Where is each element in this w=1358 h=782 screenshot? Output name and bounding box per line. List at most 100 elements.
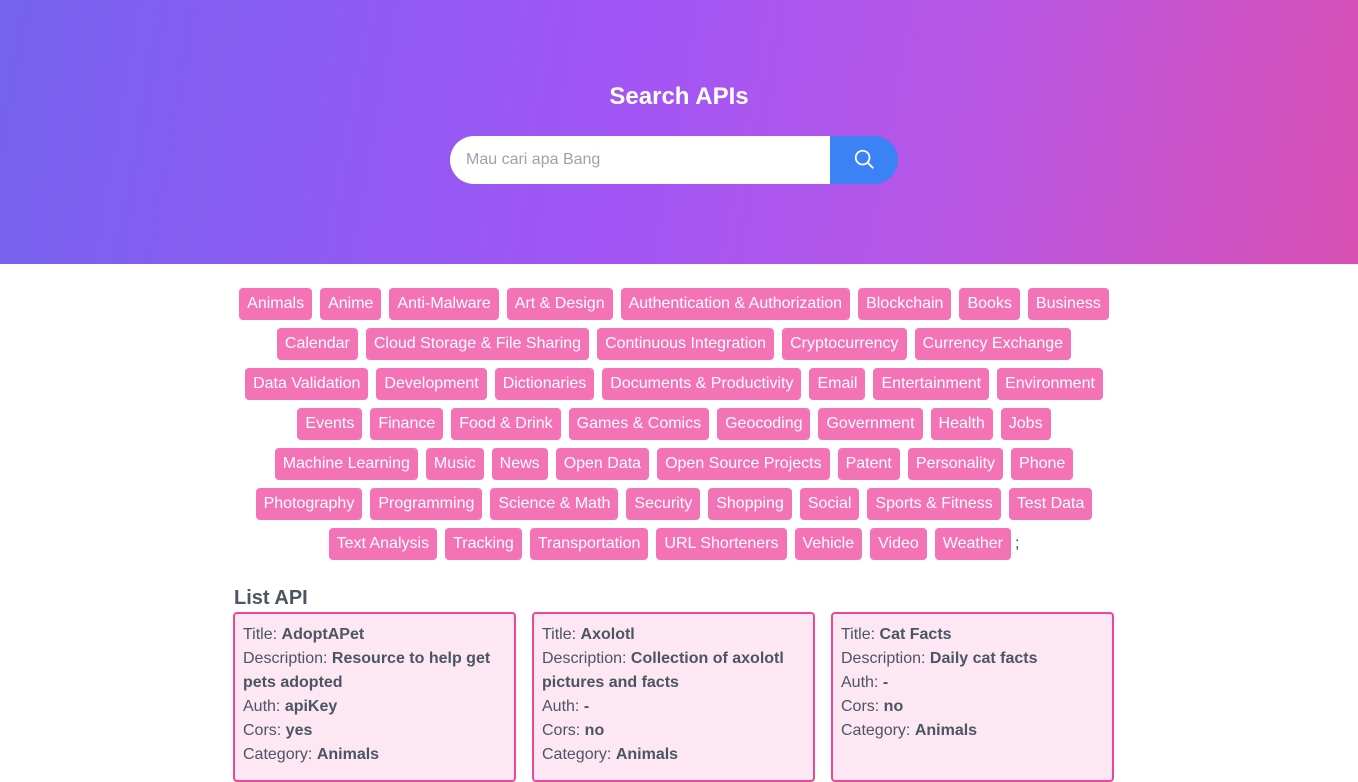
api-card-list: Title: AdoptAPet Description: Resource t… xyxy=(233,612,1114,782)
card-auth-row: Auth: apiKey xyxy=(243,695,506,719)
category-chip[interactable]: Social xyxy=(799,488,860,520)
category-chip[interactable]: Test Data xyxy=(1008,488,1093,520)
card-title: AdoptAPet xyxy=(281,626,365,643)
field-label: Auth: xyxy=(243,698,285,715)
card-category-row: Category: Animals xyxy=(542,743,805,767)
field-label: Cors: xyxy=(542,722,585,739)
card-title-row: Title: AdoptAPet xyxy=(243,623,506,647)
category-chip[interactable]: Games & Comics xyxy=(568,408,710,440)
card-auth: apiKey xyxy=(284,698,338,715)
category-chip[interactable]: News xyxy=(491,448,548,480)
card-category: Animals xyxy=(615,746,679,763)
category-chip[interactable]: Entertainment xyxy=(873,368,990,400)
category-chip[interactable]: Data Validation xyxy=(245,368,369,400)
category-chip[interactable]: Phone xyxy=(1011,448,1074,480)
card-description-row: Description: Resource to help get pets a… xyxy=(243,647,506,695)
card-title-row: Title: Cat Facts xyxy=(841,623,1104,647)
field-label: Auth: xyxy=(542,698,584,715)
category-chip[interactable]: Finance xyxy=(370,408,444,440)
category-chip[interactable]: URL Shorteners xyxy=(656,528,787,560)
category-chip[interactable]: Shopping xyxy=(708,488,792,520)
category-chip[interactable]: Sports & Fitness xyxy=(867,488,1001,520)
category-trailing-text: ; xyxy=(1014,535,1020,552)
category-chip[interactable]: Authentication & Authorization xyxy=(620,288,851,320)
category-chip[interactable]: Programming xyxy=(370,488,483,520)
category-chip[interactable]: Patent xyxy=(837,448,900,480)
category-chip[interactable]: Environment xyxy=(997,368,1103,400)
category-chip[interactable]: Open Source Projects xyxy=(657,448,830,480)
field-label: Title: xyxy=(841,626,880,643)
category-chip[interactable]: Weather xyxy=(934,528,1011,560)
api-card: Title: Cat Facts Description: Daily cat … xyxy=(831,612,1114,782)
category-chip[interactable]: Currency Exchange xyxy=(914,328,1072,360)
search-button[interactable] xyxy=(830,136,898,184)
field-label: Cors: xyxy=(243,722,286,739)
field-label: Auth: xyxy=(841,674,883,691)
card-auth: - xyxy=(583,698,590,715)
category-chip[interactable]: Development xyxy=(376,368,487,400)
category-chip[interactable]: Blockchain xyxy=(858,288,952,320)
category-chip[interactable]: Government xyxy=(818,408,923,440)
category-chip[interactable]: Security xyxy=(626,488,701,520)
category-chip[interactable]: Geocoding xyxy=(717,408,811,440)
field-label: Title: xyxy=(243,626,282,643)
category-chip[interactable]: Science & Math xyxy=(490,488,619,520)
category-chip[interactable]: Animals xyxy=(239,288,313,320)
card-description: Daily cat facts xyxy=(929,650,1038,667)
category-chip[interactable]: Open Data xyxy=(555,448,650,480)
field-label: Description: xyxy=(243,650,332,667)
category-chip[interactable]: Tracking xyxy=(445,528,522,560)
category-chip[interactable]: Vehicle xyxy=(794,528,863,560)
field-label: Category: xyxy=(542,746,616,763)
category-chip[interactable]: Machine Learning xyxy=(274,448,418,480)
category-chip[interactable]: Books xyxy=(959,288,1020,320)
card-description-row: Description: Daily cat facts xyxy=(841,647,1104,671)
category-chip[interactable]: Dictionaries xyxy=(494,368,595,400)
card-cors: yes xyxy=(285,722,313,739)
api-card: Title: AdoptAPet Description: Resource t… xyxy=(233,612,516,782)
category-chip[interactable]: Jobs xyxy=(1000,408,1051,440)
hero-banner: Search APIs xyxy=(0,0,1358,264)
category-chip[interactable]: Food & Drink xyxy=(451,408,561,440)
category-chip[interactable]: Cryptocurrency xyxy=(782,328,907,360)
category-chip[interactable]: Music xyxy=(425,448,484,480)
card-cors-row: Cors: no xyxy=(841,695,1104,719)
card-cors-row: Cors: yes xyxy=(243,719,506,743)
category-chip[interactable]: Video xyxy=(870,528,927,560)
card-title: Cat Facts xyxy=(879,626,952,643)
category-chip[interactable]: Documents & Productivity xyxy=(602,368,802,400)
category-chip[interactable]: Events xyxy=(297,408,363,440)
card-description-row: Description: Collection of axolotl pictu… xyxy=(542,647,805,695)
field-label: Category: xyxy=(243,746,317,763)
field-label: Cors: xyxy=(841,698,884,715)
page-title: Search APIs xyxy=(609,83,749,110)
card-title-row: Title: Axolotl xyxy=(542,623,805,647)
category-list: Animals Anime Anti-Malware Art & Design … xyxy=(230,288,1118,560)
category-chip[interactable]: Personality xyxy=(907,448,1004,480)
category-chip[interactable]: Health xyxy=(930,408,993,440)
field-label: Description: xyxy=(542,650,631,667)
card-cors-row: Cors: no xyxy=(542,719,805,743)
field-label: Title: xyxy=(542,626,581,643)
category-chip[interactable]: Photography xyxy=(255,488,363,520)
field-label: Category: xyxy=(841,722,915,739)
card-category-row: Category: Animals xyxy=(243,743,506,767)
category-chip[interactable]: Email xyxy=(809,368,866,400)
category-chip[interactable]: Cloud Storage & File Sharing xyxy=(365,328,590,360)
card-auth-row: Auth: - xyxy=(841,671,1104,695)
category-chip[interactable]: Business xyxy=(1027,288,1109,320)
category-chip[interactable]: Anti-Malware xyxy=(389,288,499,320)
category-chip[interactable]: Anime xyxy=(320,288,382,320)
search-icon xyxy=(853,148,875,173)
search-input[interactable] xyxy=(450,136,830,184)
category-chip[interactable]: Transportation xyxy=(529,528,649,560)
card-category-row: Category: Animals xyxy=(841,719,1104,743)
category-chip[interactable]: Calendar xyxy=(276,328,358,360)
category-chip[interactable]: Text Analysis xyxy=(328,528,438,560)
card-auth: - xyxy=(882,674,889,691)
category-chip[interactable]: Continuous Integration xyxy=(597,328,775,360)
api-card: Title: Axolotl Description: Collection o… xyxy=(532,612,815,782)
category-chip[interactable]: Art & Design xyxy=(506,288,613,320)
field-label: Description: xyxy=(841,650,930,667)
card-category: Animals xyxy=(316,746,380,763)
